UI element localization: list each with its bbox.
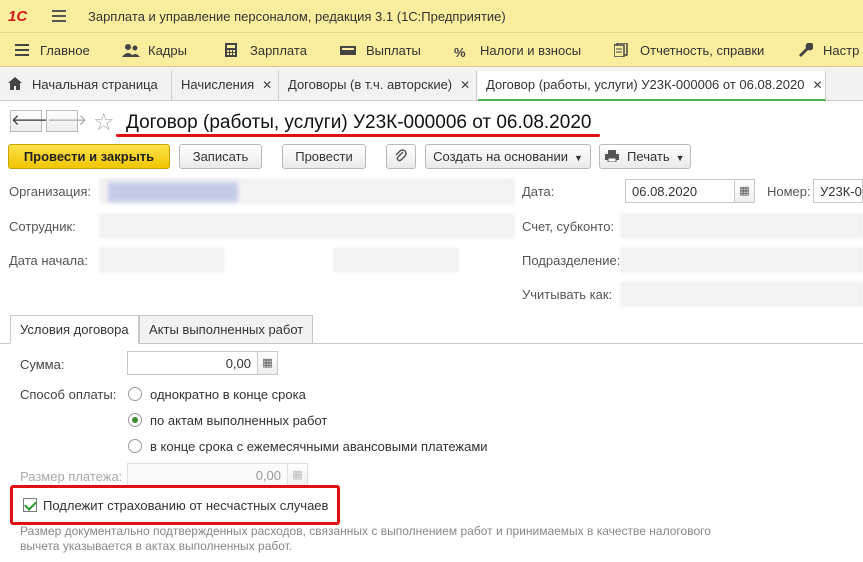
payment-advance-radio[interactable] — [128, 439, 142, 453]
calculator-icon[interactable]: ▦ — [288, 463, 308, 487]
create-based-on-button[interactable]: Создать на основании ▼ — [425, 144, 591, 169]
title-highlight-underline — [116, 134, 600, 137]
tab-contracts[interactable]: Договоры (в т.ч. авторские) ✕ — [280, 71, 477, 101]
sum-label: Сумма: — [20, 357, 65, 372]
account-label: Счет, субконто: — [522, 219, 615, 234]
menu-item-settings[interactable]: Настр — [797, 42, 859, 58]
attach-button[interactable] — [386, 144, 416, 169]
document-title: Договор (работы, услуги) У23К-000006 от … — [126, 112, 592, 133]
date-label: Дата: — [522, 184, 555, 199]
menu-item-payments[interactable]: Выплаты — [340, 43, 421, 58]
payment-once-label: однократно в конце срока — [150, 387, 306, 402]
payment-by-acts-radio[interactable] — [128, 413, 142, 427]
calendar-icon[interactable]: ▦ — [735, 179, 755, 203]
expenses-note: Размер документально подтвержденных расх… — [20, 524, 711, 553]
payment-by-acts-label: по актам выполненных работ — [150, 413, 328, 428]
post-button[interactable]: Провести — [282, 144, 366, 169]
money-icon — [340, 43, 356, 57]
menu-item-hr[interactable]: Кадры — [122, 43, 187, 58]
payment-method-label: Способ оплаты: — [20, 387, 117, 402]
tab-contract-conditions[interactable]: Условия договора — [10, 315, 139, 344]
print-button[interactable]: Печать ▼ — [599, 144, 691, 169]
end-date-field[interactable] — [334, 248, 458, 272]
tab-contract-document[interactable]: Договор (работы, услуги) У23К-000006 от … — [478, 71, 826, 101]
wrench-icon — [797, 42, 814, 57]
payment-advance-label: в конце срока с ежемесячными авансовыми … — [150, 439, 488, 454]
calculator-icon[interactable]: ▦ — [258, 351, 278, 375]
organization-redacted — [108, 182, 238, 202]
menu-lines-icon — [14, 43, 30, 57]
tab-home[interactable]: Начальная страница — [0, 71, 172, 101]
paperclip-icon — [395, 149, 407, 164]
number-field[interactable]: У23К-0 — [813, 179, 863, 203]
close-icon[interactable]: ✕ — [262, 78, 272, 92]
home-icon — [8, 77, 22, 93]
post-and-close-button[interactable]: Провести и закрыть — [8, 144, 170, 169]
title-bar: 1С Зарплата и управление персоналом, ред… — [0, 0, 863, 33]
close-icon[interactable]: ✕ — [460, 78, 470, 92]
forward-button[interactable]: 🡒 — [46, 110, 87, 132]
sum-field[interactable]: 0,00 — [127, 351, 258, 375]
save-button[interactable]: Записать — [179, 144, 262, 169]
dropdown-arrow-icon: ▼ — [573, 153, 583, 163]
start-date-label: Дата начала: — [9, 253, 88, 268]
insurance-highlight-box — [10, 485, 340, 525]
tab-accruals[interactable]: Начисления ✕ — [173, 71, 279, 101]
payment-size-field[interactable]: 0,00 — [127, 463, 288, 487]
employee-field[interactable] — [100, 214, 514, 238]
organization-label: Организация: — [9, 184, 92, 199]
payment-once-radio[interactable] — [128, 387, 142, 401]
menu-item-main[interactable]: Главное — [14, 43, 90, 58]
consider-as-field[interactable] — [621, 282, 863, 306]
back-button[interactable]: 🡐 — [10, 110, 51, 132]
payment-size-label: Размер платежа: — [20, 469, 123, 484]
department-field[interactable] — [621, 248, 863, 272]
employee-label: Сотрудник: — [9, 219, 76, 234]
menu-item-salary[interactable]: Зарплата — [224, 43, 307, 58]
dropdown-arrow-icon: ▼ — [675, 153, 685, 163]
close-icon[interactable]: ✕ — [812, 78, 822, 92]
main-menu-icon[interactable] — [52, 10, 66, 22]
sections-menu: Главное Кадры Зарплата Выплаты % Налоги и… — [0, 33, 863, 67]
consider-as-label: Учитывать как: — [522, 287, 613, 302]
tab-completed-work-acts[interactable]: Акты выполненных работ — [139, 315, 314, 344]
number-label: Номер: — [767, 184, 811, 199]
percent-icon: % — [454, 45, 466, 60]
window-title: Зарплата и управление персоналом, редакц… — [88, 9, 506, 24]
calculator-icon — [224, 43, 240, 57]
favorite-star-icon[interactable]: ☆ — [93, 108, 115, 137]
date-field[interactable]: 06.08.2020 — [625, 179, 735, 203]
start-date-field[interactable] — [100, 248, 224, 272]
menu-item-taxes[interactable]: % Налоги и взносы — [454, 43, 581, 60]
account-field[interactable] — [621, 214, 863, 238]
app-logo: 1С — [8, 8, 28, 25]
open-tabs-bar: Начальная страница Начисления ✕ Договоры … — [0, 67, 863, 101]
printer-icon — [605, 149, 627, 164]
report-icon — [613, 42, 630, 58]
department-label: Подразделение: — [522, 253, 621, 268]
people-icon — [122, 43, 140, 57]
menu-item-reports[interactable]: Отчетность, справки — [613, 42, 764, 58]
